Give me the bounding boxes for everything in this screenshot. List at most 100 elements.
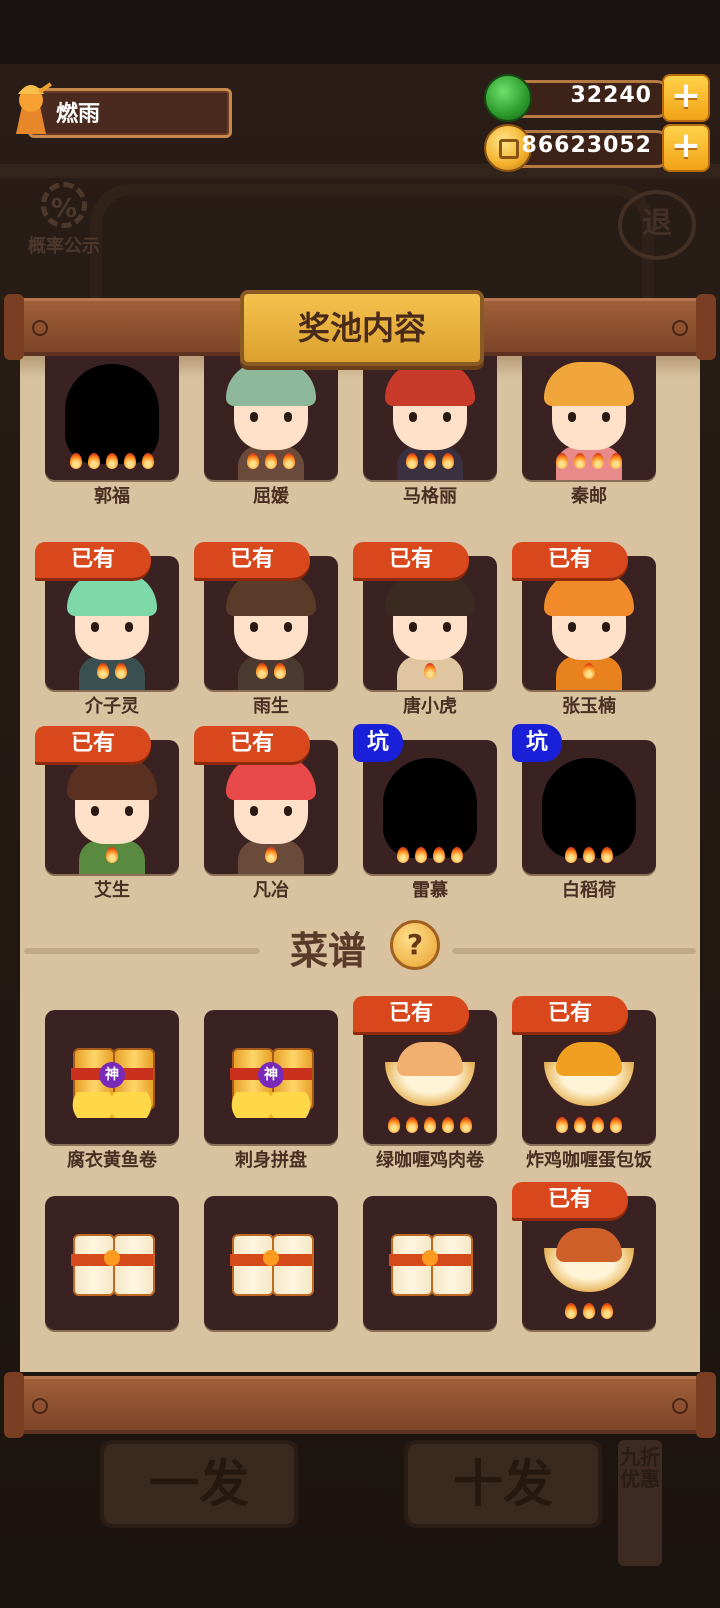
character-hair [67, 572, 157, 616]
dish-plate-icon [544, 1228, 634, 1292]
prize-pool-panel[interactable]: 郭福 屈媛 马格丽 秦邮 介子灵 已有 雨生 已有 唐小虎 已有 张玉楠 已有 艾生 已有 凡冶 已有 雷慕坑白… [20, 356, 700, 1372]
flame-icon [254, 661, 270, 681]
rarity-flames [363, 845, 497, 870]
flame-icon [404, 451, 420, 471]
player-info[interactable]: 燃雨 [8, 82, 232, 138]
flame-icon [599, 1301, 615, 1321]
recipe-card[interactable] [45, 1182, 179, 1350]
recipe-image: 神 [45, 1010, 179, 1144]
add-coin-button[interactable]: + [662, 124, 710, 172]
owned-badge: 已有 [512, 1182, 628, 1218]
panel-title: 奖池内容 [240, 290, 484, 366]
character-card[interactable]: 郭福 [45, 356, 179, 524]
character-eyes [91, 806, 133, 816]
exit-button[interactable]: 退 [618, 190, 696, 260]
flame-icon [563, 1301, 579, 1321]
flame-icon [458, 1115, 474, 1135]
divine-seal: 神 [99, 1062, 125, 1088]
character-card[interactable]: 唐小虎 已有 [353, 542, 497, 717]
character-hair [385, 362, 475, 406]
recipe-divider: 菜谱 ? [20, 914, 700, 984]
character-eyes [250, 806, 292, 816]
character-hair [544, 362, 634, 406]
recipe-image [363, 1196, 497, 1330]
owned-badge: 已有 [512, 996, 628, 1032]
character-card[interactable]: 雷慕 坑 [353, 724, 497, 901]
percent-gear-icon: % [41, 182, 87, 228]
ribbon-knot [422, 1250, 438, 1266]
character-name: 唐小虎 [403, 696, 457, 717]
character-eyes [250, 622, 292, 632]
recipe-card[interactable]: 绿咖喱鸡肉卷 已有 [353, 996, 497, 1171]
owned-badge: 已有 [35, 542, 151, 578]
character-card[interactable]: 艾生 已有 [35, 726, 179, 901]
character-hair [226, 362, 316, 406]
flame-icon [608, 451, 624, 471]
recipe-card[interactable] [363, 1182, 497, 1350]
flame-icon [563, 845, 579, 865]
rarity-flames [204, 451, 338, 476]
character-eyes [568, 412, 610, 422]
gold-ingots [224, 1092, 318, 1118]
recipe-name: 腐衣黄鱼卷 [67, 1150, 157, 1171]
flame-icon [581, 845, 597, 865]
character-card[interactable]: 介子灵 已有 [35, 542, 179, 717]
flame-icon [431, 845, 447, 865]
help-icon[interactable]: ? [390, 920, 440, 970]
recipe-section-title: 菜谱 [290, 929, 367, 973]
scroll-nail-left [32, 1398, 48, 1414]
gift-box-icon [230, 1228, 314, 1298]
character-eyes [250, 412, 292, 422]
character-portrait [204, 356, 338, 480]
owned-badge: 已有 [194, 542, 310, 578]
character-name: 张玉楠 [562, 696, 616, 717]
recipe-image [204, 1196, 338, 1330]
add-jade-button[interactable]: + [662, 74, 710, 122]
flame-icon [581, 661, 597, 681]
rarity-flames [204, 661, 338, 686]
character-card[interactable]: 屈媛 [204, 356, 338, 524]
character-eyes [409, 412, 451, 422]
recipe-image: 神 [204, 1010, 338, 1144]
rarity-flames [45, 661, 179, 686]
character-card[interactable]: 凡冶 已有 [194, 726, 338, 901]
divine-seal: 神 [258, 1062, 284, 1088]
gift-box-icon [389, 1228, 473, 1298]
owned-badge: 已有 [512, 542, 628, 578]
gold-ingots [65, 1092, 159, 1118]
scroll-nail-right [672, 320, 688, 336]
scroll-bottom-rod [4, 1372, 716, 1438]
recipe-card[interactable] [204, 1182, 338, 1350]
character-card[interactable]: 秦邮 [522, 356, 656, 524]
character-name: 马格丽 [403, 486, 457, 507]
jade-icon [484, 74, 532, 122]
character-hair [226, 572, 316, 616]
recipe-card[interactable]: 炸鸡咖喱蛋包饭 已有 [512, 996, 656, 1171]
character-name: 郭福 [94, 486, 130, 507]
coin-amount: 86623052 [521, 133, 652, 158]
character-card[interactable]: 雨生 已有 [194, 542, 338, 717]
hidden-character-silhouette [65, 364, 159, 464]
character-card[interactable]: 马格丽 [363, 356, 497, 524]
recipe-card[interactable]: 神腐衣黄鱼卷 [45, 996, 179, 1171]
dish-food [556, 1228, 622, 1262]
recipe-card[interactable]: 已有 [512, 1182, 656, 1350]
rarity-flames [522, 661, 656, 686]
recipe-image [45, 1196, 179, 1330]
recipe-card[interactable]: 神刺身拼盘 [204, 996, 338, 1171]
flame-icon [590, 1115, 606, 1135]
flame-icon [404, 1115, 420, 1135]
flame-icon [104, 451, 120, 471]
rarity-flames [522, 451, 656, 476]
character-card[interactable]: 张玉楠 已有 [512, 542, 656, 717]
scroll-cap-right [696, 294, 716, 360]
flame-icon [422, 661, 438, 681]
flame-icon [599, 845, 615, 865]
rarity-flames [204, 845, 338, 870]
coin-currency: 86623052 + [484, 124, 710, 172]
flame-icon [554, 451, 570, 471]
probability-button[interactable]: % 概率公示 [14, 182, 114, 266]
jade-currency: 32240 + [484, 74, 710, 122]
character-card[interactable]: 白稻荷 坑 [512, 724, 656, 901]
flame-icon [281, 451, 297, 471]
